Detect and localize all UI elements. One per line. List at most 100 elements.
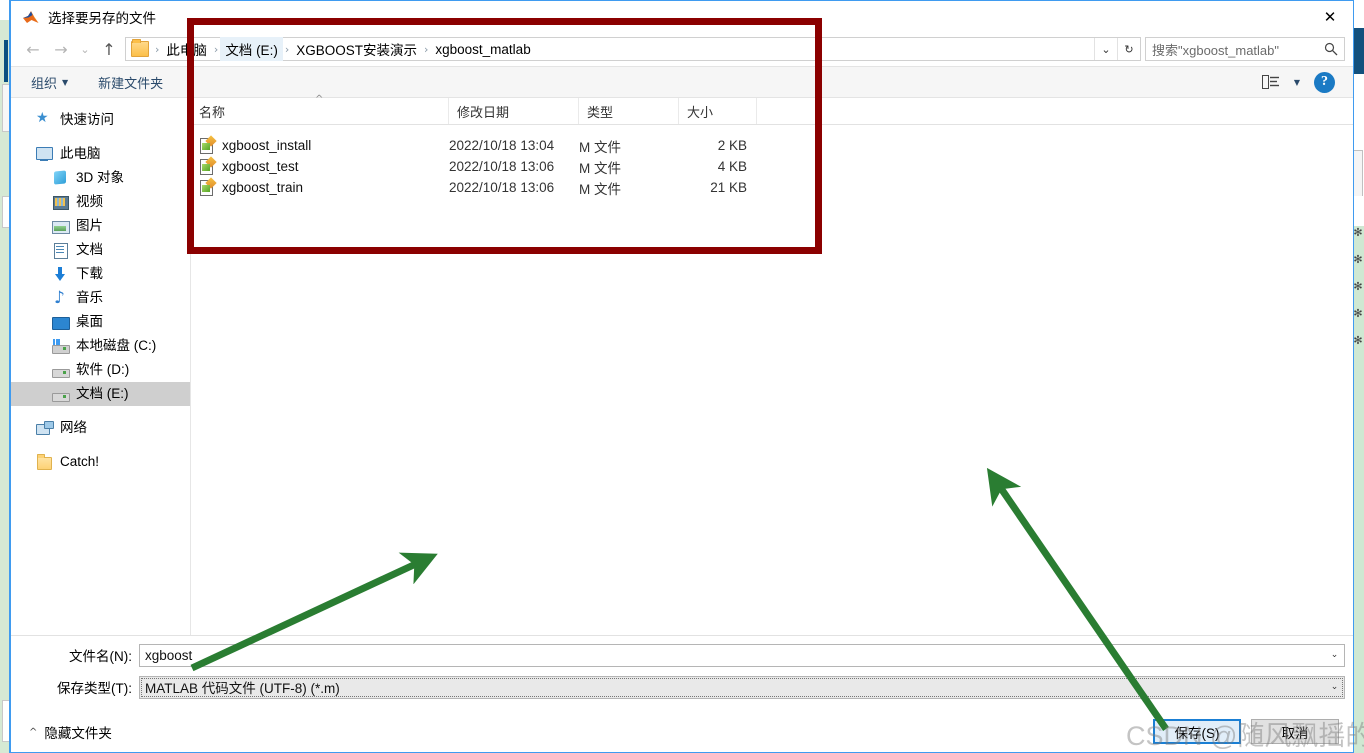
column-header-date[interactable]: 修改日期 xyxy=(449,98,579,124)
save-button[interactable]: 保存(S) xyxy=(1153,719,1241,744)
address-bar-controls: ⌄ ↻ xyxy=(1094,38,1140,60)
sidebar-item-label: 网络 xyxy=(60,420,87,436)
chevron-down-icon[interactable]: ▼ xyxy=(1294,78,1300,87)
file-list-top-gap xyxy=(191,125,1353,135)
breadcrumb-separator: › xyxy=(283,43,291,56)
sidebar-item-network[interactable]: 网络 xyxy=(11,416,190,440)
dialog-body: 快速访问 此电脑 3D 对象 视频 图片 文档 xyxy=(11,98,1353,638)
sidebar-item-local-disk-c[interactable]: 本地磁盘 (C:) xyxy=(11,334,190,358)
breadcrumb-item-2[interactable]: XGBOOST安装演示 xyxy=(291,37,422,61)
column-header-type[interactable]: 类型 xyxy=(579,98,679,124)
file-list-header: 名称 ^ 修改日期 类型 大小 xyxy=(191,98,1353,125)
documents-icon xyxy=(51,242,69,258)
sidebar-item-downloads[interactable]: 下载 xyxy=(11,262,190,286)
up-one-level-icon[interactable]: ↑ xyxy=(95,35,123,63)
sidebar-item-label: 音乐 xyxy=(76,290,103,306)
organize-button[interactable]: 组织 ▼ xyxy=(31,73,68,92)
file-name-cell[interactable]: xgboost_install xyxy=(191,138,449,154)
column-header-filler xyxy=(757,98,1353,124)
filename-label: 文件名(N): xyxy=(11,645,139,665)
file-date-cell: 2022/10/18 13:04 xyxy=(449,138,579,153)
breadcrumb-item-1[interactable]: 文档 (E:) xyxy=(220,37,283,61)
address-bar[interactable]: › 此电脑 › 文档 (E:) › XGBOOST安装演示 › xgboost_… xyxy=(125,37,1141,61)
refresh-icon[interactable]: ↻ xyxy=(1117,38,1140,60)
sidebar-item-documents-e[interactable]: 文档 (E:) xyxy=(11,382,190,406)
sidebar-item-documents[interactable]: 文档 xyxy=(11,238,190,262)
filename-input[interactable]: xgboost ⌄ xyxy=(139,644,1345,667)
dialog-title: 选择要另存的文件 xyxy=(48,7,156,27)
sidebar-item-3d-objects[interactable]: 3D 对象 xyxy=(11,166,190,190)
table-row[interactable]: xgboost_train 2022/10/18 13:06 M 文件 21 K… xyxy=(191,177,1353,198)
desktop-icon xyxy=(51,314,69,330)
filename-row: 文件名(N): xgboost ⌄ xyxy=(11,642,1353,668)
search-input[interactable]: 搜索"xgboost_matlab" xyxy=(1145,37,1345,61)
sidebar-item-label: 3D 对象 xyxy=(76,170,124,186)
breadcrumb-separator: › xyxy=(212,43,220,56)
recent-locations-icon[interactable]: ⌄ xyxy=(75,35,95,63)
drive-icon xyxy=(51,386,69,402)
command-bar: 组织 ▼ 新建文件夹 ▼ ? xyxy=(11,66,1353,98)
file-type-cell: M 文件 xyxy=(579,178,679,198)
forward-icon[interactable]: → xyxy=(47,35,75,63)
chevron-down-icon[interactable]: ⌄ xyxy=(1326,645,1343,666)
sidebar-item-quick-access[interactable]: 快速访问 xyxy=(11,108,190,132)
navigation-sidebar: 快速访问 此电脑 3D 对象 视频 图片 文档 xyxy=(11,98,191,638)
downloads-icon xyxy=(51,266,69,282)
save-file-dialog: 选择要另存的文件 ✕ ← → ⌄ ↑ › 此电脑 › 文档 (E:) › XGB… xyxy=(10,0,1354,753)
search-icon[interactable] xyxy=(1318,42,1344,56)
sidebar-item-label: 软件 (D:) xyxy=(76,362,129,378)
file-name-cell[interactable]: xgboost_train xyxy=(191,180,449,196)
background-left-accent xyxy=(4,40,8,82)
sidebar-item-music[interactable]: 音乐 xyxy=(11,286,190,310)
file-type-cell: M 文件 xyxy=(579,157,679,177)
dialog-titlebar: 选择要另存的文件 ✕ xyxy=(11,1,1353,32)
close-icon: ✻ xyxy=(1353,282,1363,292)
breadcrumb-separator: › xyxy=(153,43,161,56)
sidebar-item-label: 文档 xyxy=(76,242,103,258)
sidebar-item-videos[interactable]: 视频 xyxy=(11,190,190,214)
view-layout-icon[interactable] xyxy=(1262,75,1280,89)
star-pin-icon xyxy=(35,112,53,128)
breadcrumb-item-3[interactable]: xgboost_matlab xyxy=(430,40,535,59)
cancel-button[interactable]: 取消 xyxy=(1251,719,1339,744)
sidebar-item-software-d[interactable]: 软件 (D:) xyxy=(11,358,190,382)
file-date-cell: 2022/10/18 13:06 xyxy=(449,159,579,174)
breadcrumb-separator: › xyxy=(422,43,430,56)
table-row[interactable]: xgboost_install 2022/10/18 13:04 M 文件 2 … xyxy=(191,135,1353,156)
pictures-icon xyxy=(51,218,69,234)
savetype-select[interactable]: MATLAB 代码文件 (UTF-8) (*.m) ⌄ xyxy=(139,676,1345,699)
back-icon[interactable]: ← xyxy=(19,35,47,63)
save-form-area: 文件名(N): xgboost ⌄ 保存类型(T): MATLAB 代码文件 (… xyxy=(11,635,1353,752)
file-name-label: xgboost_test xyxy=(222,159,299,174)
sidebar-item-catch[interactable]: Catch! xyxy=(11,450,190,474)
folder-icon xyxy=(35,454,53,470)
m-file-icon xyxy=(199,180,215,196)
m-file-icon xyxy=(199,138,215,154)
hide-folders-toggle[interactable]: ^ 隐藏文件夹 xyxy=(29,722,112,742)
chevron-down-icon[interactable]: ⌄ xyxy=(1094,38,1117,60)
column-header-size[interactable]: 大小 xyxy=(679,98,757,124)
file-name-cell[interactable]: xgboost_test xyxy=(191,159,449,175)
sidebar-item-desktop[interactable]: 桌面 xyxy=(11,310,190,334)
table-row[interactable]: xgboost_test 2022/10/18 13:06 M 文件 4 KB xyxy=(191,156,1353,177)
hide-folders-label: 隐藏文件夹 xyxy=(44,722,112,742)
sidebar-item-pictures[interactable]: 图片 xyxy=(11,214,190,238)
sidebar-item-label: 快速访问 xyxy=(60,112,114,128)
sidebar-spacer xyxy=(11,132,190,142)
sidebar-item-label: 下载 xyxy=(76,266,103,282)
music-icon xyxy=(51,290,69,306)
close-icon[interactable]: ✕ xyxy=(1307,1,1353,32)
navigation-bar: ← → ⌄ ↑ › 此电脑 › 文档 (E:) › XGBOOST安装演示 › … xyxy=(11,32,1353,66)
drive-icon xyxy=(51,338,69,354)
help-icon[interactable]: ? xyxy=(1314,72,1335,93)
file-size-cell: 21 KB xyxy=(679,180,757,195)
breadcrumb-item-0[interactable]: 此电脑 xyxy=(161,37,212,61)
chevron-up-icon: ^ xyxy=(29,727,37,738)
close-icon: ✻ xyxy=(1353,309,1363,319)
sidebar-item-this-pc[interactable]: 此电脑 xyxy=(11,142,190,166)
chevron-down-icon[interactable]: ⌄ xyxy=(1326,677,1343,698)
filename-value: xgboost xyxy=(145,648,192,663)
column-header-name[interactable]: 名称 ^ xyxy=(191,98,449,124)
new-folder-button[interactable]: 新建文件夹 xyxy=(98,73,163,92)
sidebar-item-label: 图片 xyxy=(76,218,103,234)
